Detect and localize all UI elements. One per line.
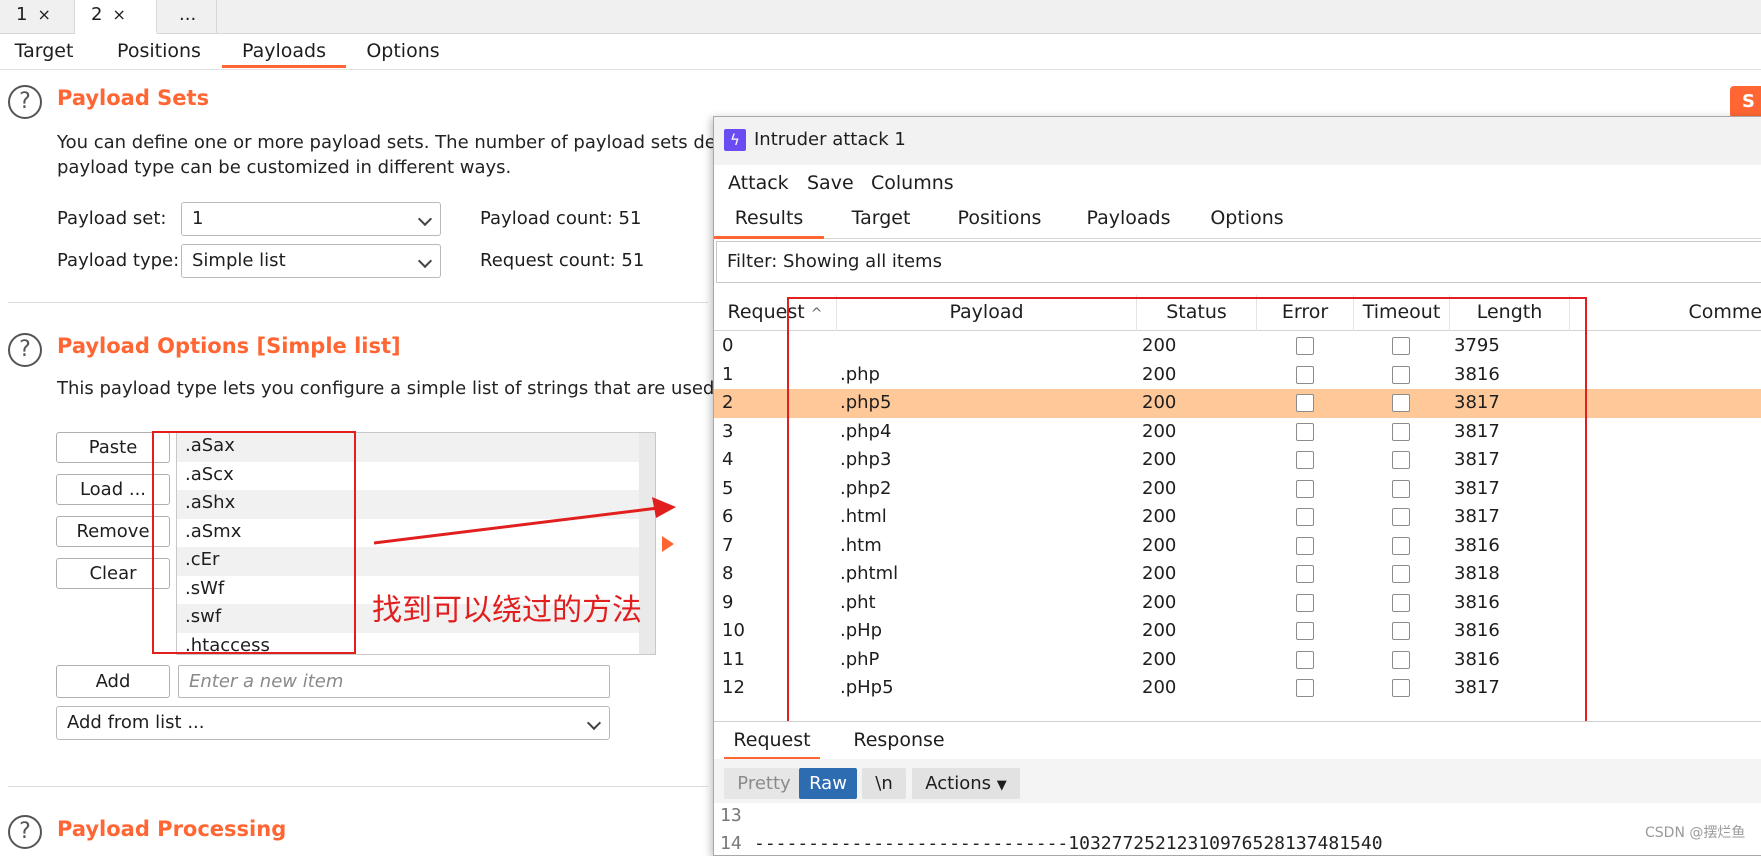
- line-number: 14: [720, 833, 742, 854]
- annotation-box: [787, 297, 1587, 727]
- tab-payloads[interactable]: Payloads: [222, 37, 346, 68]
- window-title: Intruder attack 1: [754, 129, 906, 150]
- message-toolbar: Pretty Raw \n Actions ▼: [714, 759, 1761, 803]
- cell-request: 0: [722, 335, 734, 356]
- payload-type-label: Payload type:: [57, 250, 180, 271]
- annotation-note: 找到可以绕过的方法: [372, 593, 642, 628]
- cell-request: 9: [722, 591, 734, 613]
- start-attack-button[interactable]: S: [1730, 86, 1761, 118]
- raw-request-editor[interactable]: 13 14 -----------------------------10327…: [714, 803, 1761, 855]
- menu-columns[interactable]: Columns: [871, 165, 954, 201]
- chevron-down-icon: [417, 211, 433, 227]
- divider: [8, 302, 708, 303]
- cell-request: 1: [722, 363, 734, 385]
- payload-count-label: Payload count: 51: [480, 208, 642, 229]
- payload-type-select[interactable]: Simple list: [181, 244, 441, 278]
- actions-label: Actions: [925, 773, 992, 794]
- cell-request: 8: [722, 563, 734, 584]
- cell-request: 6: [722, 506, 734, 527]
- attack-tab-bar: 1 × 2 × ...: [0, 0, 1761, 34]
- lightning-icon: ϟ: [724, 129, 746, 151]
- results-tab-bar: Results Target Positions Payloads Option…: [714, 201, 1761, 239]
- annotation-box: [152, 431, 356, 654]
- tab-positions[interactable]: Positions: [947, 201, 1052, 239]
- attack-tab-2[interactable]: 2 ×: [75, 0, 157, 34]
- request-count-value: 51: [621, 250, 645, 271]
- cell-request: 3: [722, 420, 734, 442]
- cell-request: 11: [722, 648, 745, 670]
- message-tab-bar: Request Response: [714, 721, 1761, 760]
- chevron-down-icon: [586, 715, 602, 731]
- request-count-label: Request count: 51: [480, 250, 645, 271]
- cell-request: 5: [722, 477, 734, 499]
- tab-options[interactable]: Options: [360, 37, 446, 68]
- actions-button[interactable]: Actions ▼: [912, 768, 1020, 799]
- menu-attack[interactable]: Attack: [728, 165, 789, 201]
- code-line: -----------------------------10327725212…: [754, 833, 1383, 854]
- chevron-down-icon: [417, 253, 433, 269]
- tab-request[interactable]: Request: [724, 722, 820, 760]
- cell-request: 4: [722, 449, 734, 470]
- filter-bar[interactable]: Filter: Showing all items: [716, 241, 1761, 283]
- close-icon[interactable]: ×: [37, 5, 50, 24]
- new-item-input[interactable]: Enter a new item: [178, 665, 610, 698]
- payload-set-value: 1: [192, 208, 204, 229]
- payload-processing-title: Payload Processing: [57, 817, 287, 841]
- tab-payloads[interactable]: Payloads: [1071, 201, 1186, 239]
- divider: [8, 786, 708, 787]
- tab-target[interactable]: Target: [841, 201, 921, 239]
- cell-request: 2: [722, 392, 734, 413]
- tab-target[interactable]: Target: [10, 37, 78, 68]
- chevron-down-icon: ▼: [996, 778, 1007, 793]
- payload-sets-desc-1: You can define one or more payload sets.…: [57, 132, 750, 153]
- help-icon[interactable]: ?: [8, 333, 42, 367]
- add-from-list-label: Add from list ...: [67, 712, 205, 733]
- raw-button[interactable]: Raw: [799, 768, 857, 799]
- newline-toggle-button[interactable]: \n: [862, 768, 906, 799]
- payload-set-label: Payload set:: [57, 208, 167, 229]
- col-comment[interactable]: Comment: [1570, 295, 1761, 331]
- tab-positions[interactable]: Positions: [110, 37, 208, 68]
- new-tab-label: ...: [179, 4, 197, 25]
- attack-tab-label: 1: [16, 4, 28, 25]
- menu-save[interactable]: Save: [807, 165, 854, 201]
- menu-bar: Attack Save Columns: [714, 165, 1761, 201]
- line-number: 13: [720, 805, 742, 826]
- payload-sets-desc-2: payload type can be customized in differ…: [57, 157, 512, 178]
- watermark: CSDN @摆烂鱼: [1645, 825, 1746, 841]
- attack-tab-new[interactable]: ...: [157, 0, 217, 34]
- cell-request: 7: [722, 534, 734, 556]
- cell-request: 10: [722, 620, 745, 641]
- payload-options-title: Payload Options [Simple list]: [57, 334, 401, 358]
- payload-options-desc: This payload type lets you configure a s…: [57, 378, 758, 399]
- pretty-button[interactable]: Pretty: [724, 768, 804, 799]
- help-icon[interactable]: ?: [8, 815, 42, 849]
- window-title-bar: ϟ Intruder attack 1: [714, 117, 1761, 165]
- help-icon[interactable]: ?: [8, 85, 42, 119]
- tab-results[interactable]: Results: [714, 201, 824, 239]
- payload-count-value: 51: [618, 208, 642, 229]
- tab-options[interactable]: Options: [1197, 201, 1297, 239]
- payload-type-value: Simple list: [192, 250, 286, 271]
- config-tab-bar: Target Positions Payloads Options: [0, 34, 1761, 70]
- close-icon[interactable]: ×: [112, 5, 125, 24]
- payload-set-select[interactable]: 1: [181, 202, 441, 236]
- intruder-attack-window: ϟ Intruder attack 1 Attack Save Columns …: [713, 116, 1761, 856]
- add-button[interactable]: Add: [56, 665, 170, 698]
- cell-request: 12: [722, 677, 745, 698]
- add-from-list-select[interactable]: Add from list ...: [56, 706, 610, 740]
- payload-sets-title: Payload Sets: [57, 86, 210, 110]
- attack-tab-1[interactable]: 1 ×: [0, 0, 75, 34]
- tab-response[interactable]: Response: [844, 722, 954, 760]
- attack-tab-label: 2: [91, 4, 103, 25]
